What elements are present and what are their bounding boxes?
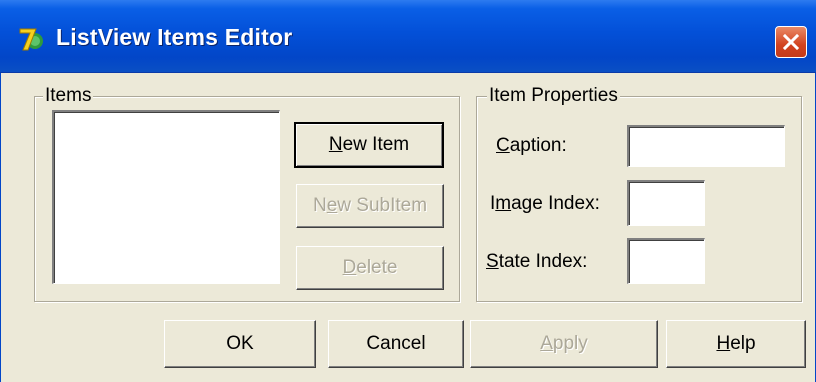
listview-items-editor-dialog: ListView Items Editor Items New Item New…	[0, 0, 816, 382]
window-title: ListView Items Editor	[56, 24, 293, 50]
new-subitem-label: w SubItem	[337, 195, 428, 216]
new-subitem-mnemonic: e	[326, 195, 338, 216]
image-index-mnemonic: m	[495, 193, 512, 214]
delete-mnemonic: D	[342, 257, 357, 278]
state-index-mnemonic: S	[486, 251, 499, 272]
new-item-button[interactable]: New Item	[294, 122, 444, 168]
caption-field[interactable]	[627, 125, 785, 167]
state-index-label: State Index:	[486, 251, 587, 273]
close-x-icon	[783, 34, 799, 50]
caption-label: Caption:	[496, 135, 567, 157]
help-mnemonic: H	[716, 333, 731, 354]
new-item-label: ew Item	[342, 134, 410, 155]
caption-label-text: aption:	[509, 135, 567, 156]
new-subitem-label-pre: N	[312, 195, 327, 216]
delphi-7-icon	[19, 28, 43, 51]
image-index-label: Image Index:	[490, 193, 600, 215]
delete-button[interactable]: Delete	[296, 246, 444, 290]
apply-label: pply	[552, 333, 588, 354]
apply-button[interactable]: Apply	[470, 320, 658, 368]
state-index-field[interactable]	[627, 238, 705, 284]
item-properties-group-label: Item Properties	[487, 84, 620, 108]
items-group-label: Items	[43, 84, 94, 108]
image-index-label-text: age Index:	[511, 193, 600, 214]
ok-button[interactable]: OK	[164, 320, 316, 368]
help-button[interactable]: Help	[666, 320, 806, 368]
cancel-label: Cancel	[366, 333, 426, 354]
close-button[interactable]	[775, 26, 807, 58]
image-index-field[interactable]	[627, 180, 705, 226]
caption-mnemonic: C	[496, 135, 510, 156]
new-subitem-button[interactable]: New SubItem	[296, 184, 444, 228]
state-index-label-text: tate Index:	[498, 251, 588, 272]
items-list[interactable]	[52, 110, 280, 284]
new-item-mnemonic: N	[328, 134, 343, 155]
apply-mnemonic: A	[540, 333, 553, 354]
help-label: elp	[730, 333, 756, 354]
ok-label: OK	[226, 333, 254, 354]
title-bar[interactable]: ListView Items Editor	[0, 0, 816, 73]
delete-label: elete	[356, 257, 398, 278]
cancel-button[interactable]: Cancel	[328, 320, 464, 368]
